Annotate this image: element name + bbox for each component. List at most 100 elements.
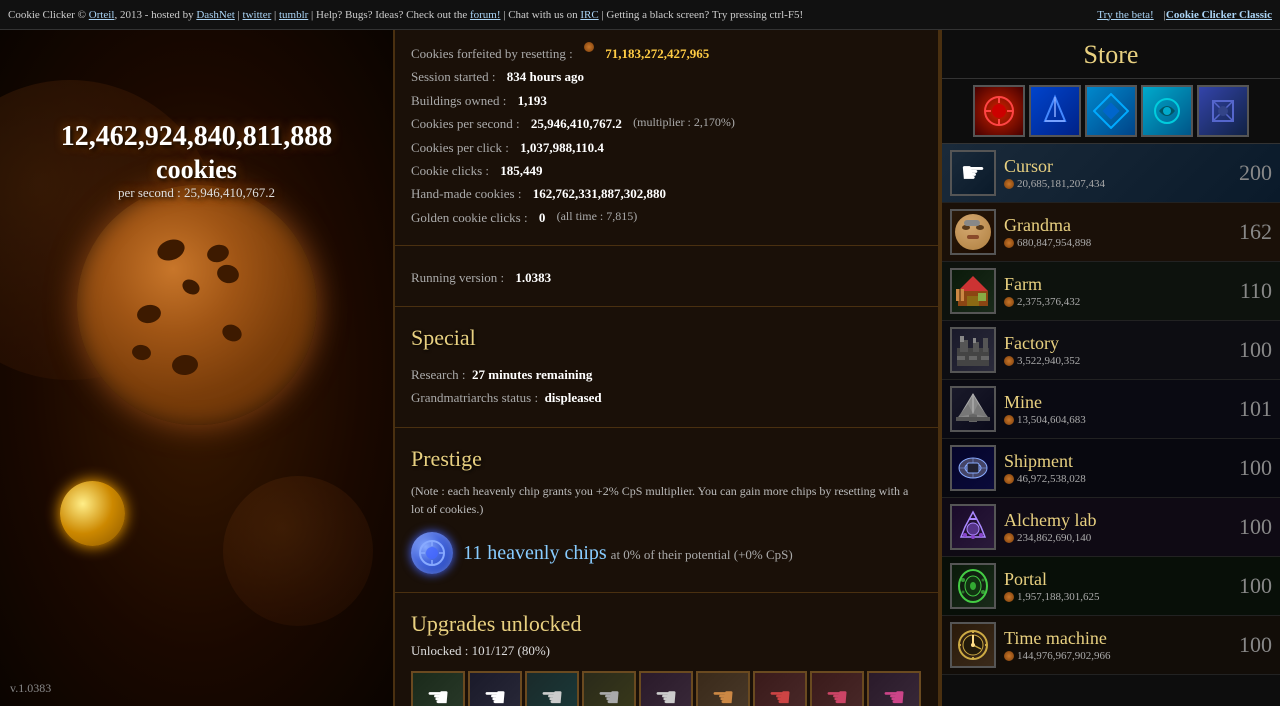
handmade-row: Hand-made cookies : 162,762,331,887,302,… bbox=[411, 182, 922, 205]
mine-name: Mine bbox=[1004, 392, 1232, 414]
store-item-factory[interactable]: Factory 3,522,940,352 100 bbox=[942, 321, 1280, 380]
mine-cost-value: 13,504,604,683 bbox=[1017, 414, 1086, 426]
grandma-cost: 680,847,954,898 bbox=[1004, 237, 1232, 249]
shipment-count: 100 bbox=[1232, 455, 1272, 481]
store-icon-btn-3[interactable] bbox=[1085, 85, 1137, 137]
classic-link[interactable]: Cookie Clicker Classic bbox=[1166, 9, 1272, 21]
divider3 bbox=[395, 427, 938, 428]
upgrade-item[interactable]: ☚ bbox=[696, 671, 750, 706]
cookies-label: cookies bbox=[0, 154, 393, 185]
divider bbox=[395, 245, 938, 246]
mine-icon bbox=[953, 389, 993, 429]
upgrade-item[interactable]: ☚ bbox=[810, 671, 864, 706]
research-row: Research : 27 minutes remaining bbox=[411, 363, 922, 386]
farm-name: Farm bbox=[1004, 274, 1232, 296]
upgrade-item[interactable]: ☚ bbox=[411, 671, 465, 706]
grandma-count: 162 bbox=[1232, 219, 1272, 245]
big-cookie[interactable] bbox=[77, 185, 317, 425]
cursor-info: Cursor 20,685,181,207,434 bbox=[1004, 156, 1232, 190]
upgrade-item[interactable]: ☚ bbox=[582, 671, 636, 706]
special-section: Research : 27 minutes remaining Grandmat… bbox=[395, 357, 938, 420]
store-item-grandma[interactable]: Grandma 680,847,954,898 162 bbox=[942, 203, 1280, 262]
cpc-label: Cookies per click : bbox=[411, 136, 509, 159]
forum-link[interactable]: forum! bbox=[470, 9, 501, 21]
grandma-store-icon bbox=[950, 209, 996, 255]
tumblr-link[interactable]: tumblr bbox=[279, 9, 308, 21]
store-item-timemachine[interactable]: Time machine 144,976,967,902,966 100 bbox=[942, 616, 1280, 675]
cookie-number: 12,462,924,840,811,888 bbox=[0, 120, 393, 154]
store-item-cursor[interactable]: ☛ Cursor 20,685,181,207,434 200 bbox=[942, 144, 1280, 203]
grandma-face bbox=[952, 211, 994, 253]
grandmatriarchs-row: Grandmatriarchs status : displeased bbox=[411, 386, 922, 409]
alchemy-icon bbox=[953, 507, 993, 547]
middle-panel[interactable]: Cookies forfeited by resetting : 71,183,… bbox=[393, 30, 940, 706]
store-icon-btn-4[interactable] bbox=[1141, 85, 1193, 137]
per-second-value: 25,946,410,767.2 bbox=[184, 185, 275, 200]
store-icon-btn-5[interactable] bbox=[1197, 85, 1249, 137]
cpc-value: 1,037,988,110.4 bbox=[520, 136, 604, 159]
factory-info: Factory 3,522,940,352 bbox=[1004, 333, 1232, 367]
farm-count: 110 bbox=[1232, 278, 1272, 304]
factory-icon bbox=[953, 330, 993, 370]
upgrade-item[interactable]: ☚ bbox=[639, 671, 693, 706]
portal-count: 100 bbox=[1232, 573, 1272, 599]
cost-cookie-icon bbox=[1004, 356, 1014, 366]
grandmatriarchs-value: displeased bbox=[545, 390, 602, 405]
golden-cookie[interactable] bbox=[60, 481, 125, 546]
cost-cookie-icon bbox=[1004, 297, 1014, 307]
store-item-alchemy[interactable]: Alchemy lab 234,862,690,140 100 bbox=[942, 498, 1280, 557]
version-row-label: Running version : bbox=[411, 266, 504, 289]
cookie-image[interactable] bbox=[77, 185, 317, 425]
store-btn-svg3 bbox=[1093, 93, 1129, 129]
store-icon-btn-1[interactable] bbox=[973, 85, 1025, 137]
portal-name: Portal bbox=[1004, 569, 1232, 591]
timemachine-store-icon bbox=[950, 622, 996, 668]
divider2 bbox=[395, 306, 938, 307]
upgrade-item[interactable]: ☚ bbox=[867, 671, 921, 706]
irc-link[interactable]: IRC bbox=[580, 9, 598, 21]
farm-cost: 2,375,376,432 bbox=[1004, 296, 1232, 308]
session-label: Session started : bbox=[411, 65, 496, 88]
store-item-farm[interactable]: Farm 2,375,376,432 110 bbox=[942, 262, 1280, 321]
chip bbox=[171, 354, 199, 376]
chip bbox=[130, 343, 151, 361]
chip bbox=[135, 303, 162, 325]
chip bbox=[154, 236, 187, 264]
grandma-name: Grandma bbox=[1004, 215, 1232, 237]
per-second-label: per second : bbox=[118, 185, 181, 200]
store-item-mine[interactable]: Mine 13,504,604,683 101 bbox=[942, 380, 1280, 439]
mine-store-icon bbox=[950, 386, 996, 432]
store-item-portal[interactable]: Portal 1,957,188,301,625 100 bbox=[942, 557, 1280, 616]
upgrade-item[interactable]: ☚ bbox=[753, 671, 807, 706]
orteil-link[interactable]: Orteil bbox=[89, 9, 115, 21]
forfeited-label: Cookies forfeited by resetting : bbox=[411, 42, 573, 65]
buildings-row: Buildings owned : 1,193 bbox=[411, 89, 922, 112]
session-value: 834 hours ago bbox=[507, 65, 584, 88]
version-row: Running version : 1.0383 bbox=[411, 266, 922, 289]
farm-cost-value: 2,375,376,432 bbox=[1017, 296, 1080, 308]
store-icon-btn-2[interactable] bbox=[1029, 85, 1081, 137]
shipment-icon bbox=[953, 448, 993, 488]
chips-potential-value: at 0% of their potential (+0% CpS) bbox=[611, 547, 793, 562]
twitter-link[interactable]: twitter bbox=[243, 9, 272, 21]
forfeited-value: 71,183,272,427,965 bbox=[605, 42, 709, 65]
timemachine-cost-value: 144,976,967,902,966 bbox=[1017, 650, 1111, 662]
cookie-count-display: 12,462,924,840,811,888 cookies per secon… bbox=[0, 120, 393, 200]
farm-icon bbox=[953, 271, 993, 311]
cost-cookie-icon bbox=[1004, 415, 1014, 425]
portal-cost-value: 1,957,188,301,625 bbox=[1017, 591, 1100, 603]
cost-cookie-icon bbox=[1004, 238, 1014, 248]
prestige-title: Prestige bbox=[395, 436, 938, 478]
mine-cost: 13,504,604,683 bbox=[1004, 414, 1232, 426]
portal-store-icon bbox=[950, 563, 996, 609]
dashnet-link[interactable]: DashNet bbox=[196, 9, 235, 21]
factory-count: 100 bbox=[1232, 337, 1272, 363]
unlocked-count: Unlocked : 101/127 (80%) bbox=[395, 641, 938, 667]
upgrade-item[interactable]: ☚ bbox=[468, 671, 522, 706]
cps-value: 25,946,410,767.2 bbox=[531, 112, 622, 135]
store-item-shipment[interactable]: Shipment 46,972,538,028 100 bbox=[942, 439, 1280, 498]
upgrade-item[interactable]: ☚ bbox=[525, 671, 579, 706]
research-label: Research : bbox=[411, 367, 466, 382]
beta-link[interactable]: Try the beta! bbox=[1097, 9, 1153, 21]
cursor-cost-value: 20,685,181,207,434 bbox=[1017, 178, 1105, 190]
